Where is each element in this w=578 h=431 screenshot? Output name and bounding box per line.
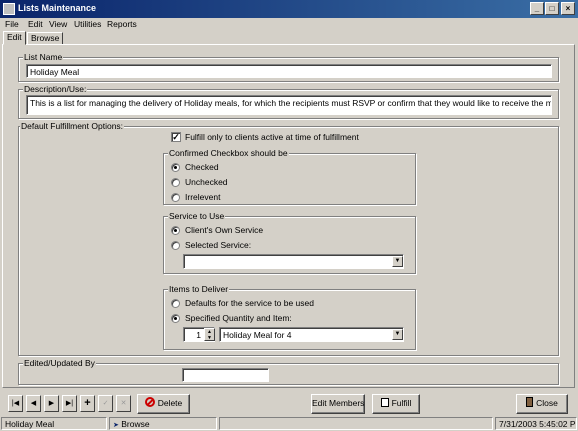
radio-unchecked[interactable] [171,178,180,187]
description-input[interactable]: This is a list for managing the delivery… [26,95,552,115]
list-name-label: List Name [23,52,64,62]
menu-edit[interactable]: Edit [28,19,43,29]
maximize-button[interactable]: □ [545,2,559,15]
radio-checked-label: Checked [185,162,219,172]
fulfillment-options-label: Default Fulfillment Options: [20,121,125,131]
edited-by-group: Edited/Updated By [18,358,559,385]
menu-bar: File Edit View Utilities Reports [0,18,578,32]
next-record-button[interactable]: ▶ [44,395,59,412]
save-record-button[interactable]: ✓ [98,395,113,412]
list-name-group: List Name Holiday Meal [18,52,559,82]
radio-specified-quantity[interactable] [171,314,180,323]
previous-record-button[interactable]: ◀ [26,395,41,412]
item-dropdown-arrow-icon[interactable]: ▼ [392,329,403,340]
pointer-icon: ➤ [113,422,119,429]
status-record: Holiday Meal [1,417,107,430]
radio-checked[interactable] [171,163,180,172]
selected-service-dropdown[interactable] [183,254,404,269]
radio-defaults-for-service-label: Defaults for the service to be used [185,298,314,308]
delete-button[interactable]: Delete [137,394,190,414]
radio-selected-service-label: Selected Service: [185,240,252,250]
status-bar: Holiday Meal ➤ Browse 7/31/2003 5:45:02 … [0,416,578,431]
fulfill-button[interactable]: Fulfill [372,394,420,414]
service-group: Service to Use Client's Own Service Sele… [163,211,416,274]
confirmed-checkbox-label: Confirmed Checkbox should be [168,148,289,158]
edited-by-input[interactable] [182,368,269,382]
minimize-button[interactable]: _ [530,2,544,15]
radio-selected-service[interactable] [171,241,180,250]
app-icon [3,3,15,15]
menu-utilities[interactable]: Utilities [74,19,101,29]
title-bar[interactable]: Lists Maintenance _ □ × [0,0,578,18]
radio-clients-own-service[interactable] [171,226,180,235]
door-icon [526,397,534,407]
list-name-input[interactable]: Holiday Meal [26,64,552,78]
radio-specified-quantity-label: Specified Quantity and Item: [185,313,292,323]
radio-unchecked-label: Unchecked [185,177,228,187]
active-only-checkbox[interactable]: ✓ [171,132,181,142]
window-title: Lists Maintenance [18,3,97,13]
service-label: Service to Use [168,211,226,221]
edit-panel: List Name Holiday Meal Description/Use: … [2,44,575,388]
menu-file[interactable]: File [5,19,19,29]
fulfillment-options-group: Default Fulfillment Options: ✓ Fulfill o… [18,121,559,356]
close-button[interactable]: Close [516,394,568,414]
edited-by-label: Edited/Updated By [23,358,96,368]
items-to-deliver-group: Items to Deliver Defaults for the servic… [163,284,416,350]
active-only-label: Fulfill only to clients active at time o… [185,132,359,142]
close-button-label: Close [536,398,558,408]
menu-reports[interactable]: Reports [107,19,137,29]
first-record-button[interactable]: |◀ [8,395,23,412]
cancel-edit-button[interactable]: ✕ [116,395,131,412]
edit-members-button[interactable]: Edit Members [311,394,365,414]
close-window-button[interactable]: × [561,2,575,15]
status-mode: ➤ Browse [109,417,217,430]
radio-clients-own-service-label: Client's Own Service [185,225,264,235]
no-entry-icon [144,397,155,407]
status-empty [219,417,493,430]
tab-edit[interactable]: Edit [3,31,26,45]
menu-view[interactable]: View [49,19,67,29]
radio-defaults-for-service[interactable] [171,299,180,308]
fulfill-button-label: Fulfill [391,398,412,408]
delete-button-label: Delete [157,398,183,408]
description-label: Description/Use: [23,84,88,94]
status-timestamp: 7/31/2003 5:45:02 PM [495,417,577,430]
items-to-deliver-label: Items to Deliver [168,284,230,294]
confirmed-checkbox-group: Confirmed Checkbox should be Checked Unc… [163,148,416,205]
status-mode-label: Browse [121,419,150,429]
add-record-button[interactable]: + [80,395,95,412]
radio-irrelevent[interactable] [171,193,180,202]
item-dropdown[interactable]: Holiday Meal for 4 [219,327,404,342]
radio-irrelevent-label: Irrelevent [185,192,221,202]
description-group: Description/Use: This is a list for mana… [18,84,559,119]
last-record-button[interactable]: ▶| [62,395,77,412]
selected-service-dropdown-arrow-icon[interactable]: ▼ [392,256,403,267]
document-icon [380,398,389,407]
quantity-stepper-arrows-icon[interactable]: ▲ ▼ [204,328,215,341]
